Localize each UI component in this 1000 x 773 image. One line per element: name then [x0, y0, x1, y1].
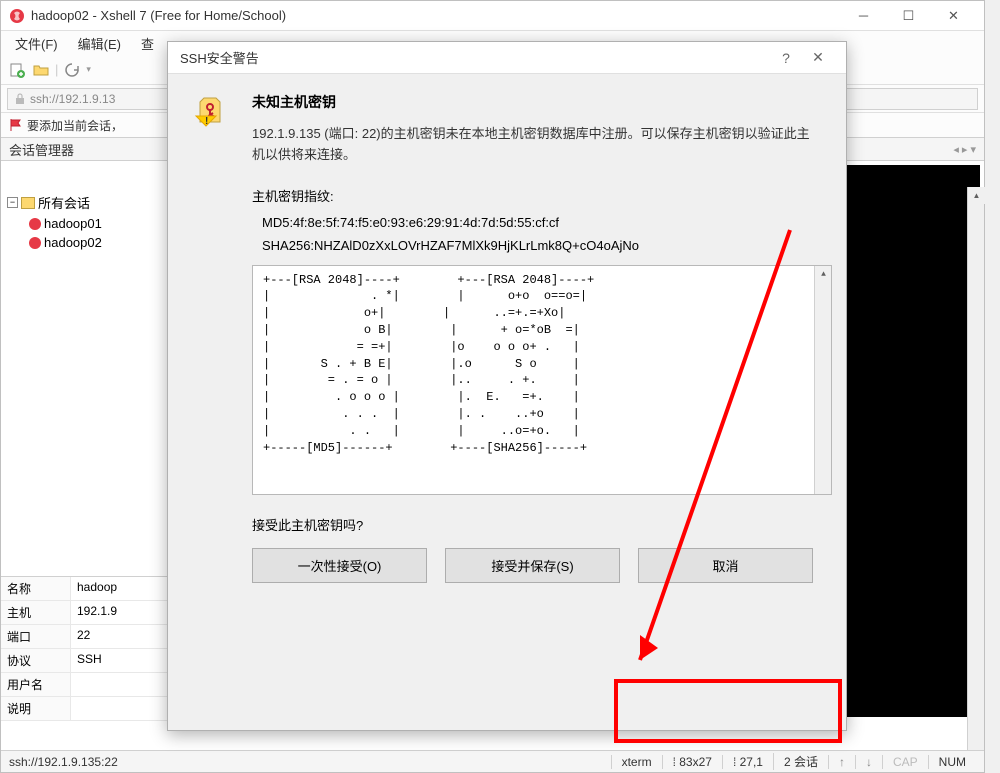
session-icon	[29, 218, 41, 230]
dialog-heading: 未知主机密钥	[252, 92, 822, 112]
address-text: ssh://192.1.9.13	[30, 92, 115, 106]
menu-view[interactable]: 查	[131, 31, 164, 55]
tip-text: 要添加当前会话，	[27, 117, 123, 134]
window-title: hadoop02 - Xshell 7 (Free for Home/Schoo…	[31, 8, 841, 23]
session-manager-label: 会话管理器	[9, 140, 74, 159]
session-label: hadoop01	[44, 216, 102, 231]
lock-icon	[14, 93, 26, 105]
dialog-titlebar: SSH安全警告 ? ✕	[168, 42, 846, 74]
randomart-scrollbar[interactable]: ▲	[814, 266, 831, 494]
dialog-title: SSH安全警告	[180, 48, 770, 67]
status-sessions: 2 会话	[773, 753, 828, 770]
root-label: 所有会话	[38, 193, 90, 212]
scroll-up-icon[interactable]: ▲	[968, 187, 985, 204]
menu-file[interactable]: 文件(F)	[5, 31, 68, 55]
titlebar: hadoop02 - Xshell 7 (Free for Home/Schoo…	[1, 1, 984, 31]
accept-once-button[interactable]: 一次性接受(O)	[252, 548, 427, 583]
dialog-description: 192.1.9.135 (端口: 22)的主机密钥未在本地主机密钥数据库中注册。…	[252, 124, 822, 166]
fingerprint-label: 主机密钥指纹:	[252, 186, 822, 205]
svg-text:!: !	[205, 116, 208, 127]
prop-protocol-label: 协议	[1, 649, 71, 672]
status-term: xterm	[611, 755, 662, 769]
accept-question: 接受此主机密钥吗?	[252, 515, 822, 534]
status-down-icon[interactable]: ↓	[855, 755, 882, 769]
statusbar: ssh://192.1.9.135:22 xterm ⁞ 83x27 ⁞ 27,…	[1, 750, 984, 772]
prop-user-label: 用户名	[1, 673, 71, 696]
maximize-button[interactable]: ☐	[886, 2, 931, 30]
new-button[interactable]	[7, 60, 27, 80]
menu-edit[interactable]: 编辑(E)	[68, 31, 131, 55]
open-button[interactable]	[31, 60, 51, 80]
key-warning-icon: !	[192, 92, 232, 132]
status-cap: CAP	[882, 755, 928, 769]
dialog-close-button[interactable]: ✕	[802, 44, 834, 72]
window-scrollbar[interactable]: ▲	[967, 187, 984, 750]
md5-fingerprint: MD5:4f:8e:5f:74:f5:e0:93:e6:29:91:4d:7d:…	[252, 215, 822, 230]
minimize-button[interactable]: ─	[841, 2, 886, 30]
app-icon	[9, 8, 25, 24]
sha256-fingerprint: SHA256:NHZAlD0zXxLOVrHZAF7MlXk9HjKLrLmk8…	[252, 238, 822, 253]
cancel-button[interactable]: 取消	[638, 548, 813, 583]
scroll-up-icon[interactable]: ▲	[815, 266, 832, 283]
session-label: hadoop02	[44, 235, 102, 250]
status-size: ⁞ 83x27	[662, 755, 722, 769]
status-pos: ⁞ 27,1	[722, 755, 773, 769]
prop-host-label: 主机	[1, 601, 71, 624]
close-button[interactable]: ✕	[931, 2, 976, 30]
prop-desc-label: 说明	[1, 697, 71, 720]
flag-icon	[9, 118, 23, 132]
status-up-icon[interactable]: ↑	[828, 755, 855, 769]
session-icon	[29, 237, 41, 249]
prop-name-label: 名称	[1, 577, 71, 600]
status-left: ssh://192.1.9.135:22	[9, 755, 611, 769]
ssh-warning-dialog: SSH安全警告 ? ✕ ! 未知主机密钥 192.1.9.135 (端口: 22…	[167, 41, 847, 731]
randomart-box[interactable]: +---[RSA 2048]----+ +---[RSA 2048]----+ …	[252, 265, 832, 495]
accept-save-button[interactable]: 接受并保存(S)	[445, 548, 620, 583]
expand-icon[interactable]: −	[7, 197, 18, 208]
help-button[interactable]: ?	[770, 44, 802, 72]
randomart-text: +---[RSA 2048]----+ +---[RSA 2048]----+ …	[263, 273, 594, 455]
folder-icon	[21, 197, 35, 209]
status-num: NUM	[928, 755, 976, 769]
reconnect-button[interactable]	[62, 60, 82, 80]
prop-port-label: 端口	[1, 625, 71, 648]
nav-arrows[interactable]: ◂ ▸ ▾	[953, 143, 976, 156]
